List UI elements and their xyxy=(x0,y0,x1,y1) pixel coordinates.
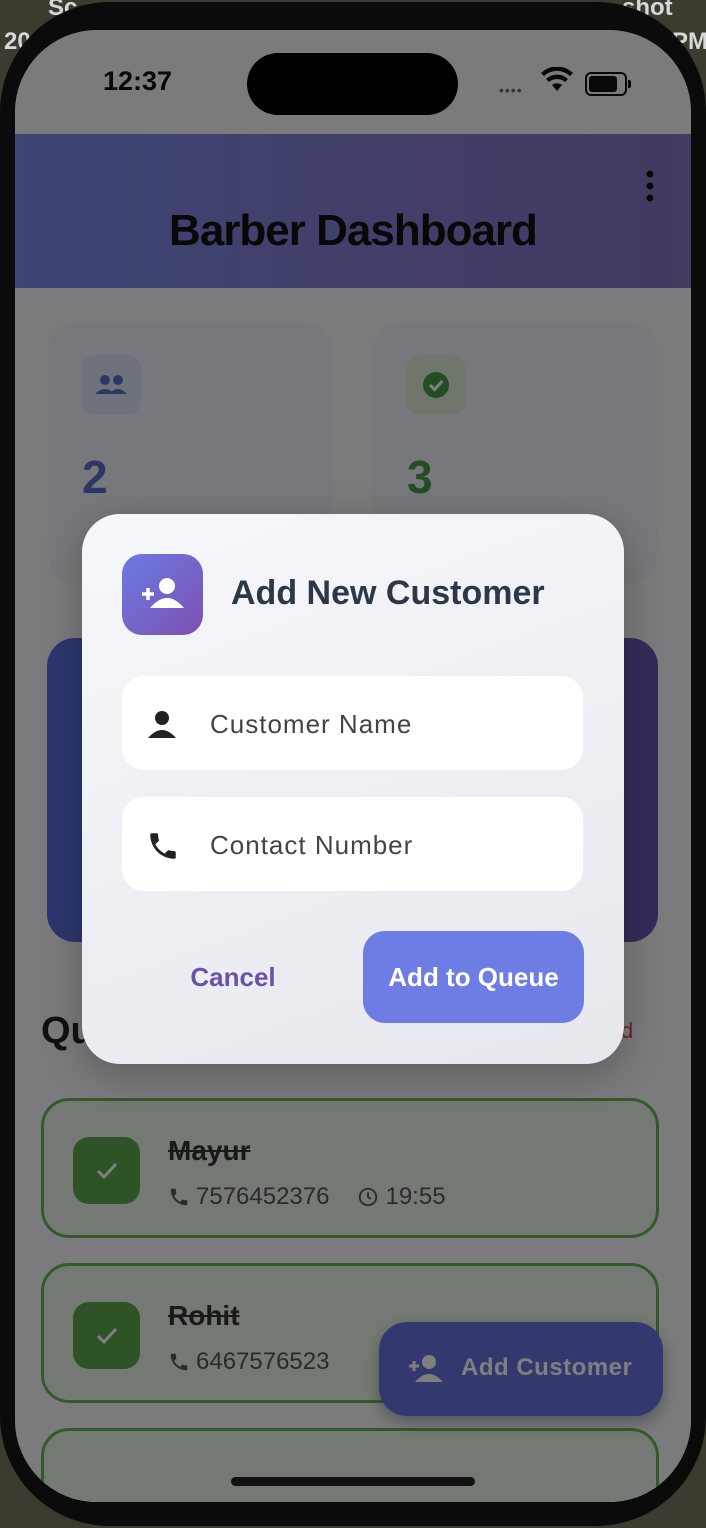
person-add-icon xyxy=(122,554,203,635)
customer-name-field[interactable]: Customer Name xyxy=(122,676,583,770)
person-icon xyxy=(148,711,176,738)
contact-number-placeholder: Contact Number xyxy=(210,830,414,860)
app-screen: 12:37 •••• Barber Dashboard 2 xyxy=(15,30,691,1502)
home-indicator[interactable] xyxy=(231,1477,475,1486)
customer-name-placeholder: Customer Name xyxy=(210,709,413,739)
add-to-queue-button[interactable]: Add to Queue xyxy=(363,931,584,1023)
contact-number-field[interactable]: Contact Number xyxy=(122,797,583,891)
phone-frame: 12:37 •••• Barber Dashboard 2 xyxy=(0,2,706,1526)
add-customer-dialog: Add New Customer Customer Name Contact N… xyxy=(82,514,624,1064)
phone-icon xyxy=(150,833,176,859)
cancel-button[interactable]: Cancel xyxy=(122,931,344,1023)
dialog-title: Add New Customer xyxy=(231,574,545,612)
